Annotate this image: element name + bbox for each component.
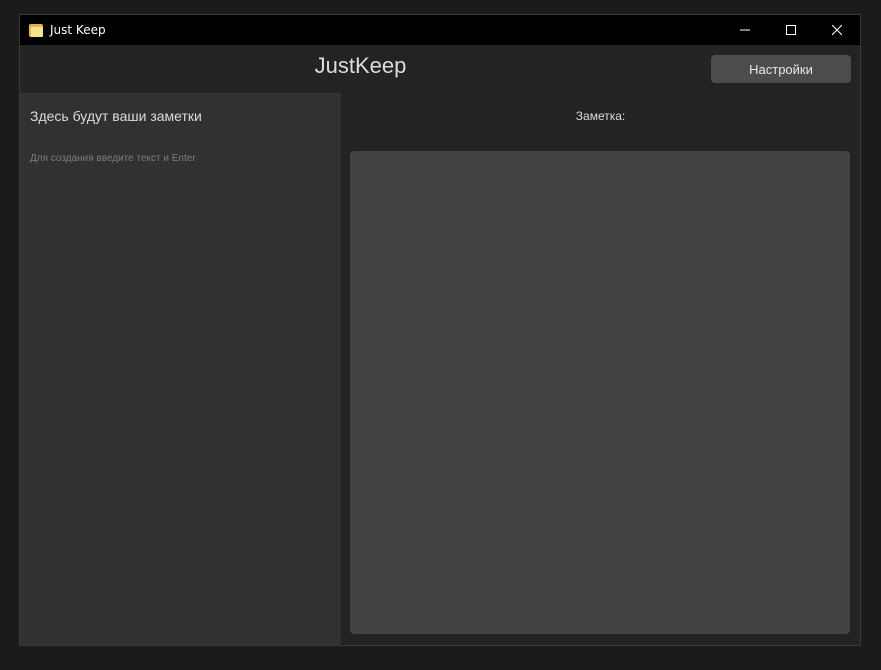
- minimize-button[interactable]: [722, 15, 768, 45]
- close-button[interactable]: [814, 15, 860, 45]
- notes-create-hint: Для создания введите текст и Enter: [30, 153, 196, 164]
- app-title: JustKeep: [314, 53, 407, 78]
- window-controls: [722, 15, 860, 45]
- note-label: Заметка:: [575, 109, 626, 123]
- maximize-button[interactable]: [768, 15, 814, 45]
- note-text-area[interactable]: [350, 151, 850, 634]
- notes-sidebar: Здесь будут ваши заметки Для создания вв…: [20, 93, 341, 645]
- close-icon: [832, 25, 842, 35]
- window-title: Just Keep: [50, 23, 106, 37]
- notes-app-icon: [29, 23, 43, 37]
- minimize-icon: [740, 29, 750, 31]
- app-header: JustKeep Настройки: [20, 45, 860, 93]
- note-panel: Заметка:: [341, 93, 860, 645]
- app-window: Just Keep JustKeep Настройки Здесь будут…: [19, 14, 861, 646]
- title-bar[interactable]: Just Keep: [20, 15, 860, 45]
- maximize-icon: [786, 25, 796, 35]
- settings-button[interactable]: Настройки: [711, 55, 851, 83]
- notes-list-heading: Здесь будут ваши заметки: [30, 108, 202, 124]
